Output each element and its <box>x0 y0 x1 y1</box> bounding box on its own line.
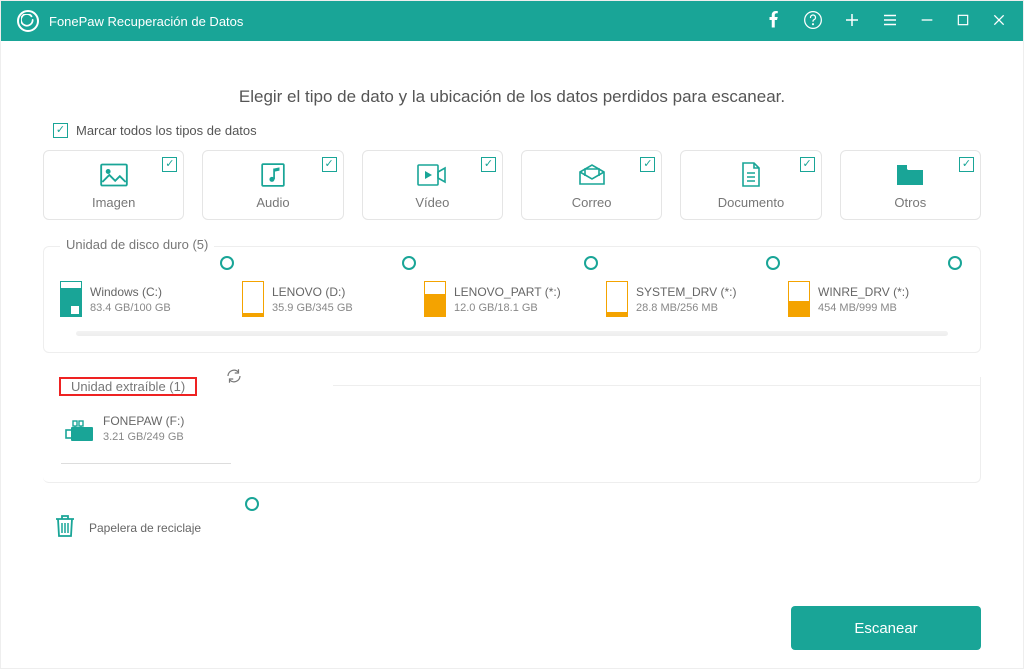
type-checkbox[interactable] <box>162 157 177 172</box>
removable-underline <box>61 463 231 464</box>
disk-name: LENOVO_PART (*:) <box>454 285 561 299</box>
type-label: Audio <box>256 195 289 210</box>
check-all-label: Marcar todos los tipos de datos <box>76 123 257 138</box>
close-icon[interactable] <box>991 12 1007 31</box>
disk-size: 83.4 GB/100 GB <box>90 302 171 314</box>
disk-usage-bar <box>60 281 82 317</box>
recycle-row[interactable]: Papelera de reciclaje <box>43 513 981 542</box>
page-heading: Elegir el tipo de dato y la ubicación de… <box>43 87 981 107</box>
check-all-checkbox[interactable] <box>53 123 68 138</box>
image-icon <box>100 161 128 189</box>
disk-item-part[interactable]: LENOVO_PART (*:) 12.0 GB/18.1 GB <box>424 276 600 322</box>
type-card-video[interactable]: Vídeo <box>362 150 503 220</box>
type-checkbox[interactable] <box>481 157 496 172</box>
usb-icon <box>65 417 93 441</box>
type-checkbox[interactable] <box>959 157 974 172</box>
removable-size: 3.21 GB/249 GB <box>103 431 184 443</box>
disk-name: Windows (C:) <box>90 285 171 299</box>
type-card-other[interactable]: Otros <box>840 150 981 220</box>
app-title: FonePaw Recuperación de Datos <box>49 14 243 29</box>
recycle-label: Papelera de reciclaje <box>89 521 201 535</box>
disk-name: WINRE_DRV (*:) <box>818 285 909 299</box>
scan-button[interactable]: Escanear <box>791 606 981 650</box>
refresh-icon[interactable] <box>225 367 243 385</box>
titlebar: FonePaw Recuperación de Datos <box>1 1 1023 41</box>
hdd-section: Unidad de disco duro (5) Windows (C:)83.… <box>43 246 981 353</box>
data-type-row: Imagen Audio Vídeo C <box>43 150 981 220</box>
removable-name: FONEPAW (F:) <box>103 414 184 428</box>
removable-section: Unidad extraíble (1) FONEPAW (F:) 3.21 G… <box>43 377 981 483</box>
mail-icon <box>578 161 606 189</box>
disk-usage-bar <box>606 281 628 317</box>
disk-size: 35.9 GB/345 GB <box>272 302 353 314</box>
help-icon[interactable] <box>803 10 823 33</box>
hdd-section-title: Unidad de disco duro (5) <box>60 237 214 252</box>
recycle-radio[interactable] <box>245 497 259 511</box>
disk-item-c[interactable]: Windows (C:) 83.4 GB/100 GB <box>60 276 236 322</box>
disk-size: 28.8 MB/256 MB <box>636 302 736 314</box>
disk-radio[interactable] <box>948 256 962 270</box>
removable-disk-item[interactable]: FONEPAW (F:) 3.21 GB/249 GB <box>65 414 225 443</box>
disk-item-sysdrv[interactable]: SYSTEM_DRV (*:) 28.8 MB/256 MB <box>606 276 782 322</box>
type-card-audio[interactable]: Audio <box>202 150 343 220</box>
minimize-icon[interactable] <box>919 12 935 31</box>
facebook-icon[interactable] <box>765 11 783 32</box>
type-checkbox[interactable] <box>322 157 337 172</box>
check-all-row[interactable]: Marcar todos los tipos de datos <box>43 123 981 138</box>
folder-icon <box>895 161 925 189</box>
disk-usage-bar <box>424 281 446 317</box>
type-label: Otros <box>894 195 926 210</box>
disk-radio[interactable] <box>766 256 780 270</box>
type-card-mail[interactable]: Correo <box>521 150 662 220</box>
type-label: Correo <box>572 195 612 210</box>
type-card-document[interactable]: Documento <box>680 150 821 220</box>
removable-section-title: Unidad extraíble (1) <box>65 379 191 394</box>
video-icon <box>417 161 447 189</box>
audio-icon <box>260 161 286 189</box>
document-icon <box>739 161 763 189</box>
disk-row: Windows (C:) 83.4 GB/100 GB LENOVO (D:) 35… <box>60 276 964 336</box>
type-label: Documento <box>718 195 784 210</box>
disk-radio[interactable] <box>584 256 598 270</box>
app-logo: FonePaw Recuperación de Datos <box>17 10 243 32</box>
removable-section-highlight: Unidad extraíble (1) <box>59 377 197 396</box>
menu-icon[interactable] <box>881 11 899 32</box>
disk-radio[interactable] <box>220 256 234 270</box>
disk-size: 12.0 GB/18.1 GB <box>454 302 561 314</box>
type-checkbox[interactable] <box>640 157 655 172</box>
disk-radio[interactable] <box>402 256 416 270</box>
disk-usage-bar <box>788 281 810 317</box>
disk-name: LENOVO (D:) <box>272 285 353 299</box>
disk-item-winre[interactable]: WINRE_DRV (*:) 454 MB/999 MB <box>788 276 964 322</box>
trash-icon <box>53 513 77 542</box>
disk-usage-bar <box>242 281 264 317</box>
type-card-image[interactable]: Imagen <box>43 150 184 220</box>
type-label: Imagen <box>92 195 135 210</box>
type-label: Vídeo <box>415 195 449 210</box>
disk-item-d[interactable]: LENOVO (D:) 35.9 GB/345 GB <box>242 276 418 322</box>
disk-name: SYSTEM_DRV (*:) <box>636 285 736 299</box>
logo-icon <box>17 10 39 32</box>
maximize-icon[interactable] <box>955 12 971 31</box>
add-icon[interactable] <box>843 11 861 32</box>
type-checkbox[interactable] <box>800 157 815 172</box>
disk-size: 454 MB/999 MB <box>818 302 909 314</box>
